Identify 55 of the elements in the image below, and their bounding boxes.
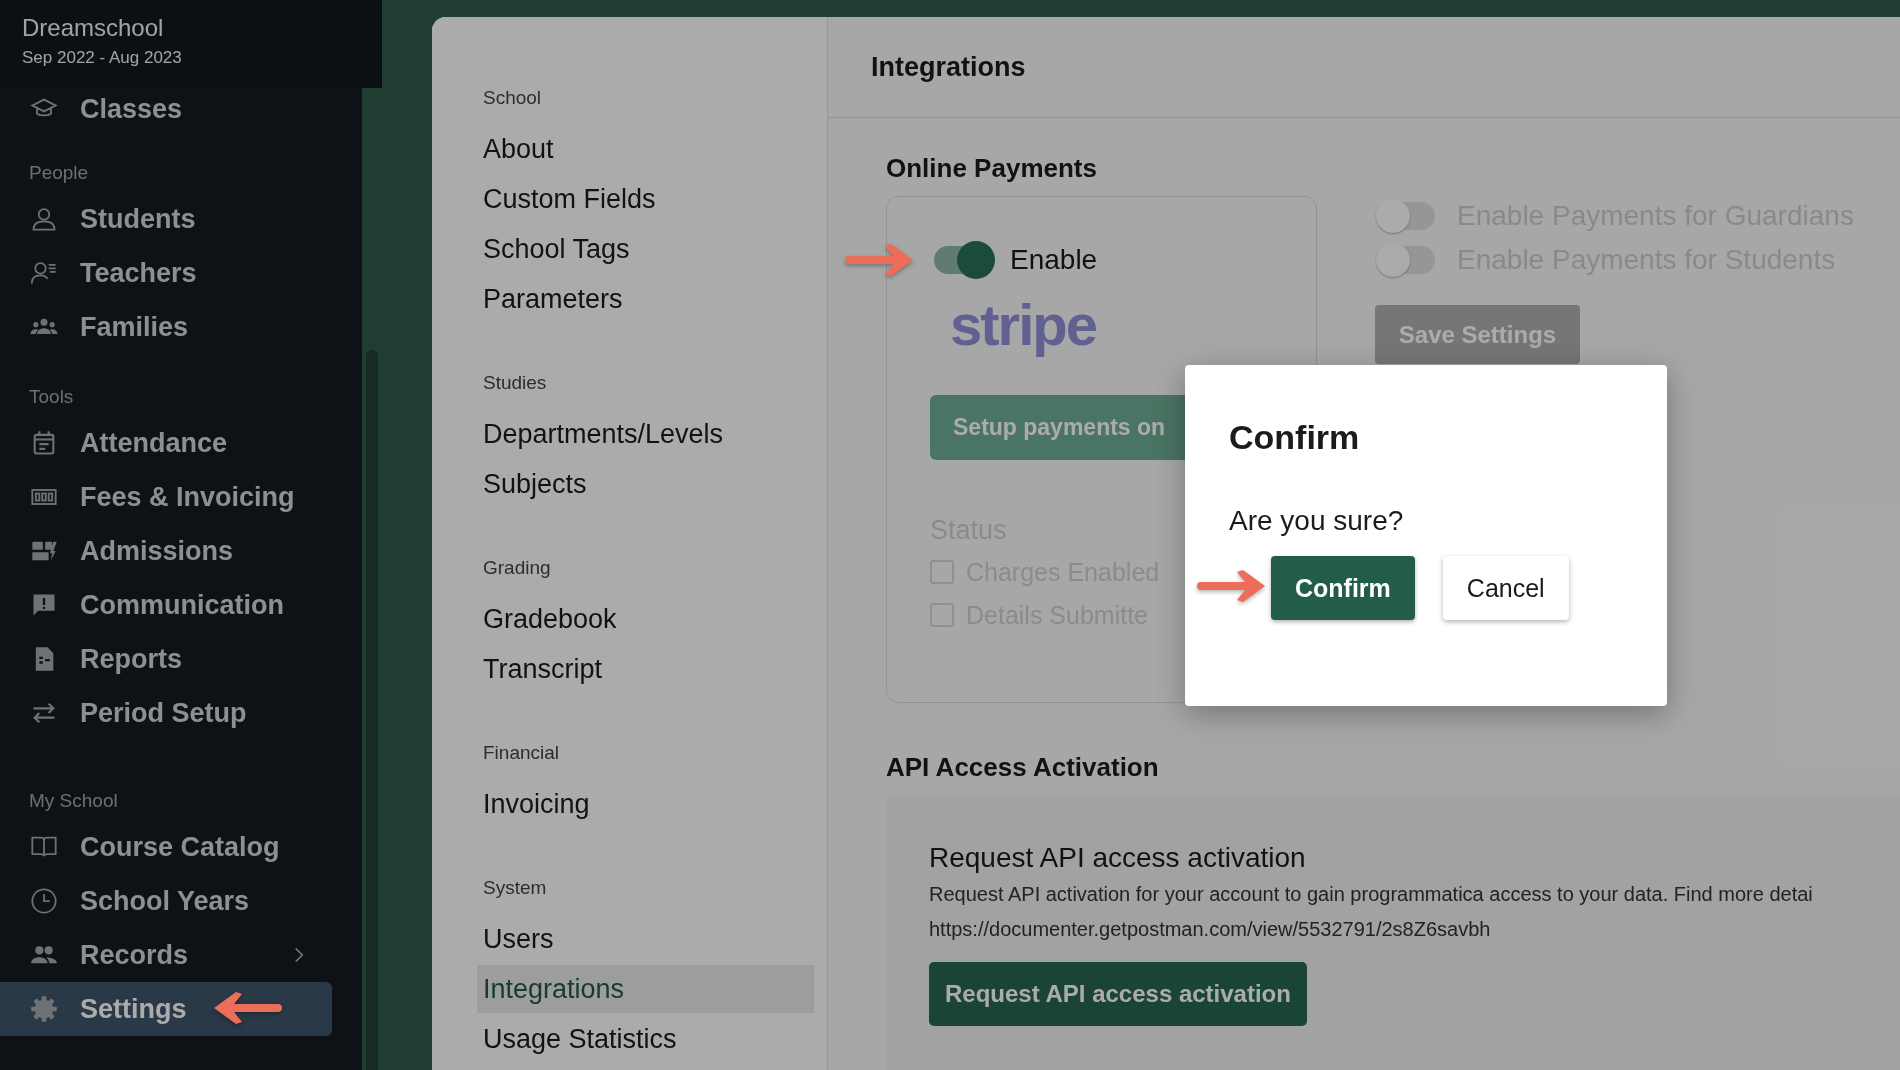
nav-group-label: Tools [29, 385, 74, 409]
settings-menu-item[interactable]: Subjects [477, 459, 814, 509]
cancel-button[interactable]: Cancel [1442, 556, 1569, 620]
sidebar-item[interactable]: Attendance [0, 416, 332, 470]
settings-menu-item[interactable]: Departments/Levels [477, 409, 814, 459]
person-icon [30, 205, 58, 233]
settings-menu-item[interactable]: Integrations [477, 965, 814, 1013]
school-period: Sep 2022 - Aug 2023 [22, 48, 183, 68]
clock-icon [30, 887, 58, 915]
checkbox[interactable] [930, 560, 954, 584]
section-label: Studies [483, 371, 547, 395]
sidebar-item[interactable]: School Years [0, 874, 332, 928]
section-heading: Online Payments [886, 152, 1097, 184]
section-label: Financial [483, 741, 560, 765]
settings-menu-item[interactable]: Custom Fields [477, 174, 814, 224]
sidebar-item[interactable]: Students [0, 192, 332, 246]
toggle-label: Enable [1010, 244, 1098, 276]
settings-menu-item[interactable]: Parameters [477, 274, 814, 324]
settings-menu-item[interactable]: About [477, 124, 814, 174]
confirm-button[interactable]: Confirm [1271, 556, 1415, 620]
description-text: Request API activation for your account to gain programmatica access to your data. Find more detai [929, 882, 1813, 907]
sidebar-item[interactable]: Course Catalog [0, 820, 332, 874]
sidebar-item[interactable]: Teachers [0, 246, 332, 300]
scrollbar[interactable] [362, 88, 382, 1070]
sidebar-item[interactable]: Settings [0, 982, 332, 1036]
nav-group-label: My School [29, 789, 118, 813]
request-access-button[interactable]: Request API access activation [929, 962, 1307, 1026]
sidebar-item[interactable]: Reports [0, 632, 332, 686]
section-heading: API Access Activation [886, 751, 1159, 783]
settings-menu-item[interactable]: Invoicing [477, 779, 814, 829]
sidebar-item[interactable]: Families [0, 300, 332, 354]
provider-logo: stripe [950, 295, 1096, 355]
page-title: Integrations [871, 51, 1026, 83]
settings-menu-item[interactable]: Gradebook [477, 594, 814, 644]
section-label: Grading [483, 556, 551, 580]
sidebar-item[interactable]: Classes [0, 88, 332, 130]
school-name: Dreamschool [22, 14, 165, 42]
person-with-lines-icon [30, 259, 58, 287]
section-label: School [483, 86, 542, 110]
section-label: System [483, 876, 547, 900]
settings-menu-item[interactable]: Transcript [477, 644, 814, 694]
settings-menu-item[interactable]: Users [477, 914, 814, 964]
checkbox[interactable] [930, 603, 954, 627]
sidebar-item[interactable]: Admissions [0, 524, 332, 578]
sidebar-item[interactable]: Communication [0, 578, 332, 632]
nav-group-label: People [29, 161, 89, 185]
settings-icon [30, 995, 58, 1023]
documentation-url: https://documenter.getpostman.com/view/5532791/2s8Z6savbh [929, 917, 1491, 942]
dialog-message: Are you sure? [1229, 504, 1404, 538]
sidebar-item[interactable]: Period Setup [0, 686, 332, 740]
settings-menu-item[interactable]: Usage Statistics [477, 1014, 814, 1064]
card-title: Request API access activation [929, 841, 1306, 875]
sidebar-item[interactable]: Fees & Invoicing [0, 470, 332, 524]
sidebar-item[interactable]: Records [0, 928, 332, 982]
settings-menu-item[interactable]: School Tags [477, 224, 814, 274]
